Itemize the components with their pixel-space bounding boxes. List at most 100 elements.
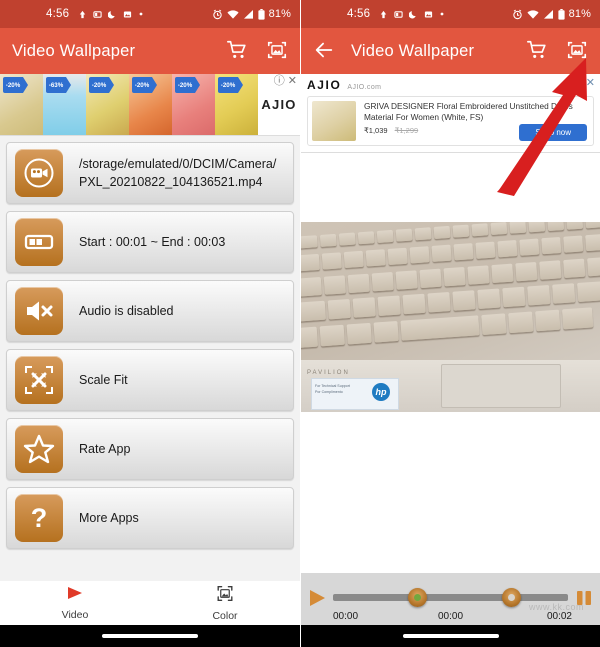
watermark-text: www.kk.com [528, 601, 584, 612]
ad-brand-label: AJIO [307, 78, 342, 92]
nav-tab-label: Video [61, 609, 89, 621]
list-item-label: Audio is disabled [79, 303, 174, 318]
ad-url-label: AJIO.com [347, 84, 382, 91]
left-phone-screen: 4:56 81% Video Wallpaper -20% -63% -20% … [0, 0, 300, 647]
list-item-audio[interactable]: Audio is disabled [6, 280, 294, 342]
video-camera-icon [15, 149, 63, 197]
ad-price: ₹1,039 [364, 126, 388, 136]
signal-icon [243, 9, 254, 20]
video-preview-frame[interactable]: PAVILION For Technical Support Por Compli… [301, 222, 600, 412]
list-item-label: Start : 00:01 ~ End : 00:03 [79, 234, 226, 249]
image-icon [424, 10, 433, 19]
laptop-sticker: For Technical Support Por Complimento hp [311, 378, 399, 410]
laptop-trackpad [441, 364, 561, 408]
app-bar-actions-right [526, 39, 590, 63]
ad-card-body[interactable]: GRIVA DESIGNER Floral Embroidered Unstit… [307, 96, 594, 146]
back-arrow-icon[interactable] [313, 39, 337, 63]
ad-info-icon[interactable]: ⓘ [570, 78, 581, 89]
status-bar-notification-icons [78, 10, 144, 19]
video-preview-container: PAVILION For Technical Support Por Compli… [301, 222, 600, 412]
list-item-more-apps[interactable]: ? More Apps [6, 487, 294, 549]
discount-badge: -20% [89, 77, 114, 93]
ad-product-info: GRIVA DESIGNER Floral Embroidered Unstit… [364, 101, 589, 141]
nav-tab-video[interactable]: Video [0, 585, 150, 621]
gesture-bar-right[interactable] [301, 625, 600, 647]
trim-end-knob[interactable] [502, 588, 522, 607]
wifi-icon [227, 9, 239, 20]
question-mark-icon: ? [15, 494, 63, 542]
gesture-bar-left[interactable] [0, 625, 300, 647]
ad-thumb[interactable]: -20% [129, 74, 172, 135]
list-item-label: Rate App [79, 441, 131, 456]
image-icon [123, 10, 132, 19]
ad-card-header: AJIO AJIO.com [307, 78, 594, 92]
ad-info-icon[interactable]: ⓘ [274, 76, 285, 87]
battery-icon [558, 8, 565, 20]
ad-thumb[interactable]: -20% [215, 74, 258, 135]
knob-center [508, 594, 516, 601]
ad-headline: GRIVA DESIGNER Floral Embroidered Unstit… [364, 101, 573, 123]
discount-badge: -20% [218, 77, 243, 93]
ad-close-icon[interactable]: ✕ [288, 76, 297, 87]
signal-icon [543, 9, 554, 20]
home-pill[interactable] [102, 634, 198, 638]
dot-icon [439, 11, 445, 17]
ad-thumb[interactable]: -63% [43, 74, 86, 135]
list-item-scale[interactable]: Scale Fit [6, 349, 294, 411]
battery-percent: 81% [268, 8, 291, 20]
wifi-icon [527, 9, 539, 20]
nav-tab-color[interactable]: Color [150, 585, 300, 622]
discount-badge: -20% [175, 77, 200, 93]
list-item-trim-range[interactable]: Start : 00:01 ~ End : 00:03 [6, 211, 294, 273]
sticker-text: For Technical Support Por Complimento [315, 384, 350, 395]
dnd-moon-icon [107, 10, 117, 19]
ad-close-icon[interactable]: ✕ [586, 78, 595, 89]
trim-start-knob[interactable] [408, 588, 428, 607]
player-start-time: 00:00 [333, 610, 359, 622]
shop-now-button[interactable]: Shop now [519, 124, 587, 141]
app-title: Video Wallpaper [12, 41, 136, 60]
right-phone-screen: 4:56 81% Video Wallpaper AJIO AJIO.com ⓘ… [300, 0, 600, 647]
list-item-label: /storage/emulated/0/DCIM/Camera/ PXL_202… [79, 156, 277, 189]
status-bar-clock: 4:56 [46, 8, 70, 20]
svg-text:?: ? [31, 503, 48, 533]
ad-old-price: ₹1,299 [394, 126, 419, 136]
set-wallpaper-icon[interactable] [266, 39, 290, 63]
ad-thumb[interactable]: -20% [0, 74, 43, 135]
battery-percent: 81% [568, 8, 591, 20]
play-icon[interactable] [307, 588, 327, 608]
discount-badge: -20% [132, 77, 157, 93]
video-player-controls: 00:00 00:00 00:02 www.kk.com [301, 573, 600, 625]
app-bar-actions-left [226, 39, 290, 63]
ad-thumb[interactable]: -20% [86, 74, 129, 135]
laptop-palmrest: PAVILION For Technical Support Por Compli… [301, 360, 600, 412]
battery-icon [258, 8, 265, 20]
player-current-time: 00:00 [437, 610, 464, 622]
settings-list: /storage/emulated/0/DCIM/Camera/ PXL_202… [0, 136, 300, 549]
scale-fit-icon [15, 356, 63, 404]
status-bar-clock: 4:56 [347, 8, 371, 20]
knob-center [414, 594, 422, 601]
ad-thumb[interactable]: -20% [172, 74, 215, 135]
set-wallpaper-icon[interactable] [566, 39, 590, 63]
upload-icon [78, 10, 87, 19]
screenshot-icon [394, 10, 403, 19]
list-item-video-file[interactable]: /storage/emulated/0/DCIM/Camera/ PXL_202… [6, 142, 294, 204]
ad-card[interactable]: AJIO AJIO.com ⓘ ✕ GRIVA DESIGNER Floral … [301, 74, 600, 153]
list-item-label: More Apps [79, 510, 139, 525]
hp-logo: hp [372, 383, 390, 401]
status-bar-system-icons: 81% [212, 8, 291, 20]
ad-controls: ⓘ ✕ [274, 76, 297, 87]
ad-carousel[interactable]: -20% -63% -20% -20% -20% -20% AJIO ⓘ ✕ [0, 74, 300, 136]
seek-bar-track [333, 594, 568, 601]
shopping-cart-icon[interactable] [226, 39, 250, 63]
shopping-cart-icon[interactable] [526, 39, 550, 63]
list-item-rate-app[interactable]: Rate App [6, 418, 294, 480]
trim-range-icon [15, 218, 63, 266]
home-pill[interactable] [402, 634, 499, 638]
status-bar-notification-icons [379, 10, 445, 19]
dnd-moon-icon [408, 10, 418, 19]
status-bar-left: 4:56 81% [0, 0, 300, 28]
upload-icon [379, 10, 388, 19]
bottom-navigation: Video Color [0, 581, 300, 625]
